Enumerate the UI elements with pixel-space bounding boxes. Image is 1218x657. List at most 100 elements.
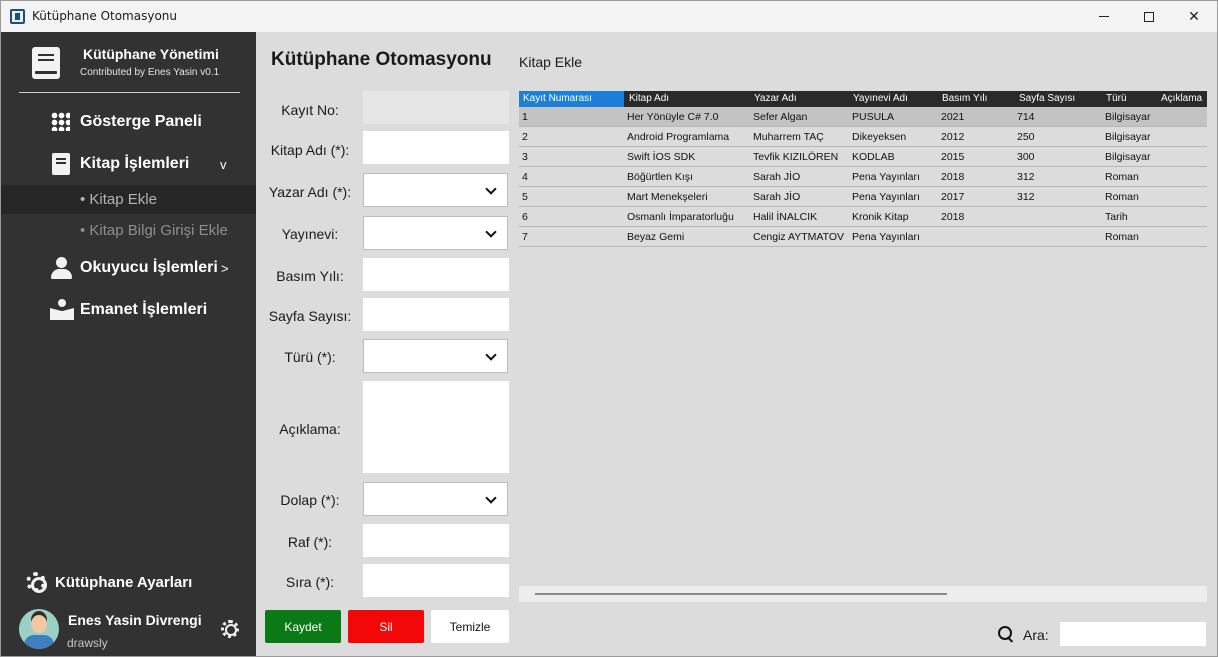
table-cell: 4: [522, 171, 528, 183]
year-field[interactable]: [363, 258, 509, 291]
app-window: Kütüphane Otomasyonu ✕ Kütüphane Yönetim…: [0, 0, 1218, 657]
table-cell: Roman: [1105, 231, 1139, 243]
column-header[interactable]: Basım Yılı: [942, 93, 987, 104]
gear-icon: [26, 572, 47, 593]
column-header[interactable]: Kitap Adı: [629, 93, 669, 104]
table-cell: 2017: [941, 191, 965, 203]
table-cell: 1: [522, 111, 528, 123]
book-name-label: Kitap Adı (*):: [270, 142, 350, 158]
table-cell: Tevfik KIZILÖREN: [753, 151, 839, 163]
close-icon: ✕: [1188, 8, 1200, 25]
scrollbar-thumb[interactable]: [535, 593, 947, 595]
minimize-icon: [1099, 16, 1109, 17]
books-grid[interactable]: Kayıt Numarası Kitap Adı Yazar Adı Yayın…: [519, 91, 1207, 603]
shelf-field[interactable]: [363, 524, 509, 557]
table-cell: Beyaz Gemi: [627, 231, 685, 243]
maximize-button[interactable]: [1126, 1, 1172, 32]
sidebar-item-books[interactable]: Kitap İşlemleri v: [1, 147, 256, 181]
grid-header: Kayıt Numarası Kitap Adı Yazar Adı Yayın…: [519, 91, 1207, 107]
save-button[interactable]: Kaydet: [265, 610, 341, 643]
table-row[interactable]: 2 Android Programlama Muharrem TAÇ Dikey…: [519, 127, 1207, 147]
order-field[interactable]: [363, 564, 509, 597]
column-header[interactable]: Yayınevi Adı: [853, 93, 908, 104]
column-header[interactable]: Türü: [1106, 93, 1127, 104]
close-button[interactable]: ✕: [1171, 1, 1217, 32]
table-cell: KODLAB: [852, 151, 895, 163]
user-name: Enes Yasin Divrengi: [68, 612, 202, 628]
sidebar-item-readers[interactable]: Okuyucu İşlemleri >: [1, 251, 256, 285]
table-cell: 250: [1017, 131, 1035, 143]
table-row[interactable]: 7 Beyaz Gemi Cengiz AYTMATOV Pena Yayınl…: [519, 227, 1207, 247]
table-cell: Swift İOS SDK: [627, 151, 696, 163]
delete-button[interactable]: Sil: [348, 610, 424, 643]
search-icon: [998, 626, 1014, 642]
reader-icon: [50, 299, 74, 321]
sidebar-item-label: Okuyucu İşlemleri: [80, 259, 218, 276]
table-cell: Roman: [1105, 191, 1139, 203]
table-cell: 2012: [941, 131, 965, 143]
minimize-button[interactable]: [1081, 1, 1127, 32]
column-header[interactable]: Sayfa Sayısı: [1019, 93, 1075, 104]
table-cell: Tarih: [1105, 211, 1128, 223]
table-cell: 2021: [941, 111, 965, 123]
divider: [19, 92, 240, 93]
shelf-unit-select[interactable]: [363, 482, 508, 516]
table-cell: Halil İNALCIK: [753, 211, 818, 223]
sidebar-item-label: Kütüphane Ayarları: [55, 574, 193, 591]
sidebar-item-dashboard[interactable]: Gösterge Paneli: [1, 105, 256, 139]
table-cell: Cengiz AYTMATOV: [753, 231, 845, 243]
table-row[interactable]: 4 Böğürtlen Kışı Sarah JİO Pena Yayınlar…: [519, 167, 1207, 187]
column-header[interactable]: Açıklama: [1161, 93, 1202, 104]
column-header[interactable]: Yazar Adı: [754, 93, 797, 104]
table-cell: Roman: [1105, 171, 1139, 183]
brand-title: Kütüphane Yönetimi: [83, 46, 219, 62]
table-cell: Bilgisayar: [1105, 111, 1151, 123]
book-name-field[interactable]: [363, 131, 509, 164]
table-row[interactable]: 3 Swift İOS SDK Tevfik KIZILÖREN KODLAB …: [519, 147, 1207, 167]
table-cell: Muharrem TAÇ: [753, 131, 824, 143]
horizontal-scrollbar[interactable]: [519, 586, 1207, 602]
author-select[interactable]: [363, 173, 508, 207]
user-settings-gear-icon[interactable]: [221, 620, 239, 638]
description-textarea[interactable]: [363, 381, 509, 473]
table-row[interactable]: 1 Her Yönüyle C# 7.0 Sefer Algan PUSULA …: [519, 107, 1207, 127]
shelf-unit-label: Dolap (*):: [280, 492, 340, 508]
table-cell: Pena Yayınları: [852, 191, 920, 203]
search-input[interactable]: [1060, 622, 1206, 646]
brand-subtitle: Contributed by Enes Yasin v0.1: [80, 67, 220, 78]
table-row[interactable]: 6 Osmanlı İmparatorluğu Halil İNALCIK Kr…: [519, 207, 1207, 227]
table-cell: 5: [522, 191, 528, 203]
year-label: Basım Yılı:: [276, 268, 344, 284]
sidebar-subitem-book-info[interactable]: • Kitap Bilgi Girişi Ekle: [1, 216, 256, 245]
maximize-icon: [1144, 11, 1154, 22]
table-cell: Osmanlı İmparatorluğu: [627, 211, 734, 223]
sidebar-item-label: Kitap İşlemleri: [80, 155, 190, 172]
sidebar-item-settings[interactable]: Kütüphane Ayarları: [1, 565, 256, 599]
grid-icon: [51, 112, 70, 131]
page-count-label: Sayfa Sayısı:: [268, 308, 352, 324]
table-cell: 312: [1017, 191, 1035, 203]
sidebar-subitem-label: • Kitap Ekle: [80, 191, 157, 208]
table-cell: Dikeyeksen: [852, 131, 907, 143]
publisher-select[interactable]: [363, 216, 508, 250]
shelf-label: Raf (*):: [287, 534, 333, 550]
table-cell: Bilgisayar: [1105, 131, 1151, 143]
page-count-field[interactable]: [363, 298, 509, 331]
table-cell: Böğürtlen Kışı: [627, 171, 693, 183]
table-cell: Sarah JİO: [753, 191, 801, 203]
sidebar-subitem-label: • Kitap Bilgi Girişi Ekle: [80, 222, 228, 239]
table-cell: 6: [522, 211, 528, 223]
genre-select[interactable]: [363, 339, 508, 373]
table-cell: Bilgisayar: [1105, 151, 1151, 163]
window-title: Kütüphane Otomasyonu: [32, 9, 178, 23]
table-cell: Kronik Kitap: [852, 211, 909, 223]
description-label: Açıklama:: [279, 421, 341, 437]
record-no-label: Kayıt No:: [281, 102, 339, 118]
clear-button[interactable]: Temizle: [431, 610, 509, 643]
sidebar-item-loans[interactable]: Emanet İşlemleri: [1, 293, 256, 327]
order-label: Sıra (*):: [285, 574, 335, 590]
column-header[interactable]: Kayıt Numarası: [519, 91, 624, 107]
table-row[interactable]: 5 Mart Menekşeleri Sarah JİO Pena Yayınl…: [519, 187, 1207, 207]
sidebar-subitem-add-book[interactable]: • Kitap Ekle: [1, 185, 256, 214]
author-label: Yazar Adı (*):: [268, 184, 352, 200]
